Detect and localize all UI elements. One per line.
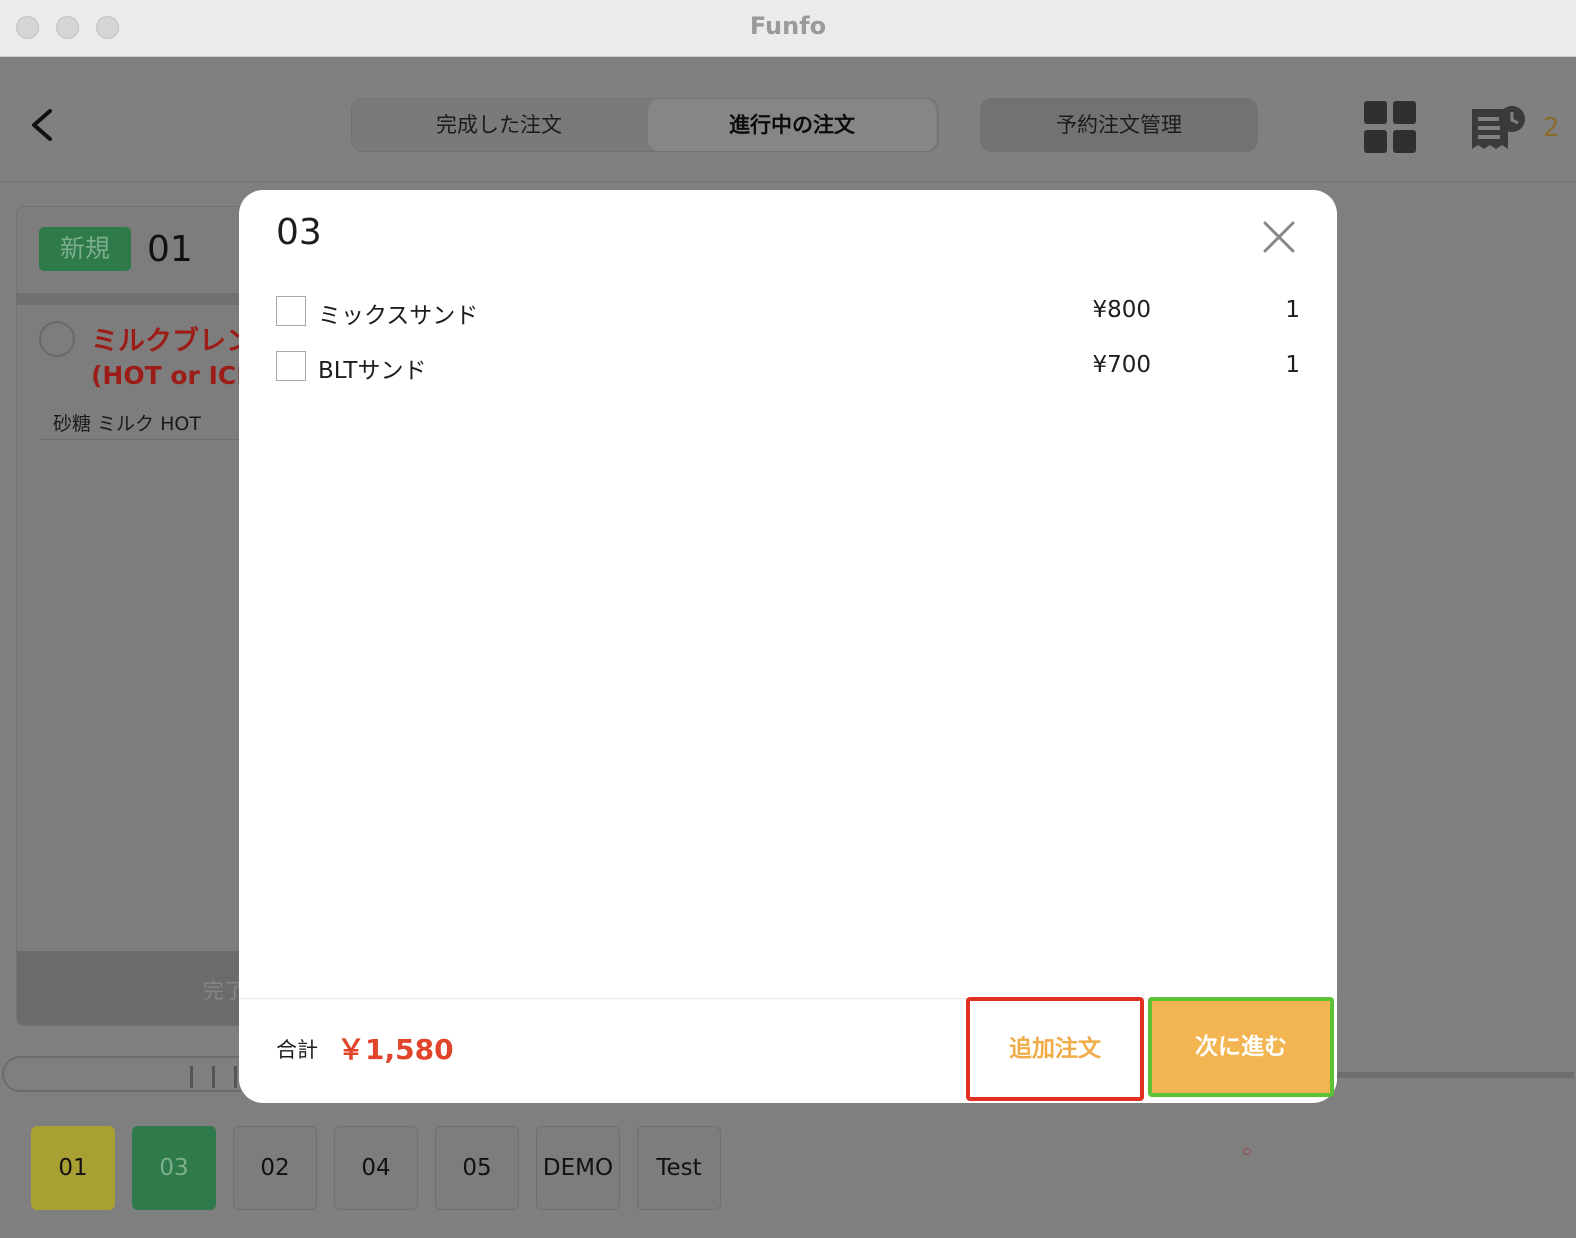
table-tab[interactable]: Test	[637, 1126, 721, 1210]
app-window: Funfo 完成した注文 進行中の注文 予約注文管理 2 新規 01 ミルクブレ…	[0, 0, 1576, 1238]
grip-line	[234, 1066, 237, 1088]
table-tab[interactable]: 03	[132, 1126, 216, 1210]
order-number: 01	[147, 229, 193, 270]
red-dot-marker	[1243, 1148, 1251, 1155]
table-tab[interactable]: 01	[31, 1126, 115, 1210]
add-order-button[interactable]: 追加注文	[966, 997, 1144, 1101]
order-status-segmented-control: 完成した注文 進行中の注文	[351, 98, 939, 152]
table-tab[interactable]: 04	[334, 1126, 418, 1210]
order-item-row: BLTサンド ¥700 1	[276, 350, 1300, 384]
grip-line	[190, 1066, 193, 1088]
window-title: Funfo	[749, 12, 827, 40]
grip-line	[212, 1066, 215, 1088]
item-price: ¥700	[1092, 352, 1151, 378]
tab-completed-orders[interactable]: 完成した注文	[352, 99, 646, 151]
order-item-row: ミックスサンド ¥800 1	[276, 295, 1300, 329]
reservation-management-button[interactable]: 予約注文管理	[980, 98, 1258, 152]
item-checkbox[interactable]	[276, 296, 306, 326]
scroll-thumb[interactable]	[2, 1056, 262, 1092]
status-badge: 新規	[39, 227, 131, 271]
item-select-radio[interactable]	[39, 321, 75, 357]
order-detail-modal: 03 ミックスサンド ¥800 1 BLTサンド ¥700 1 合計 ￥1,58…	[239, 190, 1337, 1103]
scroll-track	[1332, 1072, 1574, 1078]
item-name: ミックスサンド	[318, 303, 479, 329]
table-tab[interactable]: 05	[435, 1126, 519, 1210]
title-bar: Funfo	[0, 0, 1576, 57]
receipt-count-badge: 2	[1543, 113, 1560, 143]
table-tabs: 01 03 02 04 05 DEMO Test	[0, 1120, 1576, 1210]
total-value: ￥1,580	[337, 1033, 454, 1066]
modal-title: 03	[276, 212, 322, 253]
header: 完成した注文 進行中の注文 予約注文管理 2	[0, 57, 1576, 182]
item-quantity: 1	[1285, 352, 1300, 378]
table-tab[interactable]: 02	[233, 1126, 317, 1210]
back-arrow-icon[interactable]	[26, 105, 62, 145]
table-tab[interactable]: DEMO	[536, 1126, 620, 1210]
item-name: ミルクブレン	[91, 326, 253, 357]
item-name: BLTサンド	[318, 358, 427, 384]
item-options: 砂糖 ミルク HOT	[53, 413, 201, 435]
close-icon[interactable]	[1262, 220, 1296, 254]
scheduled-receipt-icon[interactable]	[1470, 103, 1528, 153]
total-label: 合計	[276, 1038, 318, 1062]
next-button[interactable]: 次に進む	[1148, 997, 1334, 1097]
item-checkbox[interactable]	[276, 351, 306, 381]
tab-in-progress-orders[interactable]: 進行中の注文	[648, 99, 936, 151]
item-quantity: 1	[1285, 297, 1300, 323]
grid-view-icon[interactable]	[1364, 101, 1416, 153]
item-price: ¥800	[1092, 297, 1151, 323]
item-name-variant: (HOT or ICE	[91, 361, 254, 390]
